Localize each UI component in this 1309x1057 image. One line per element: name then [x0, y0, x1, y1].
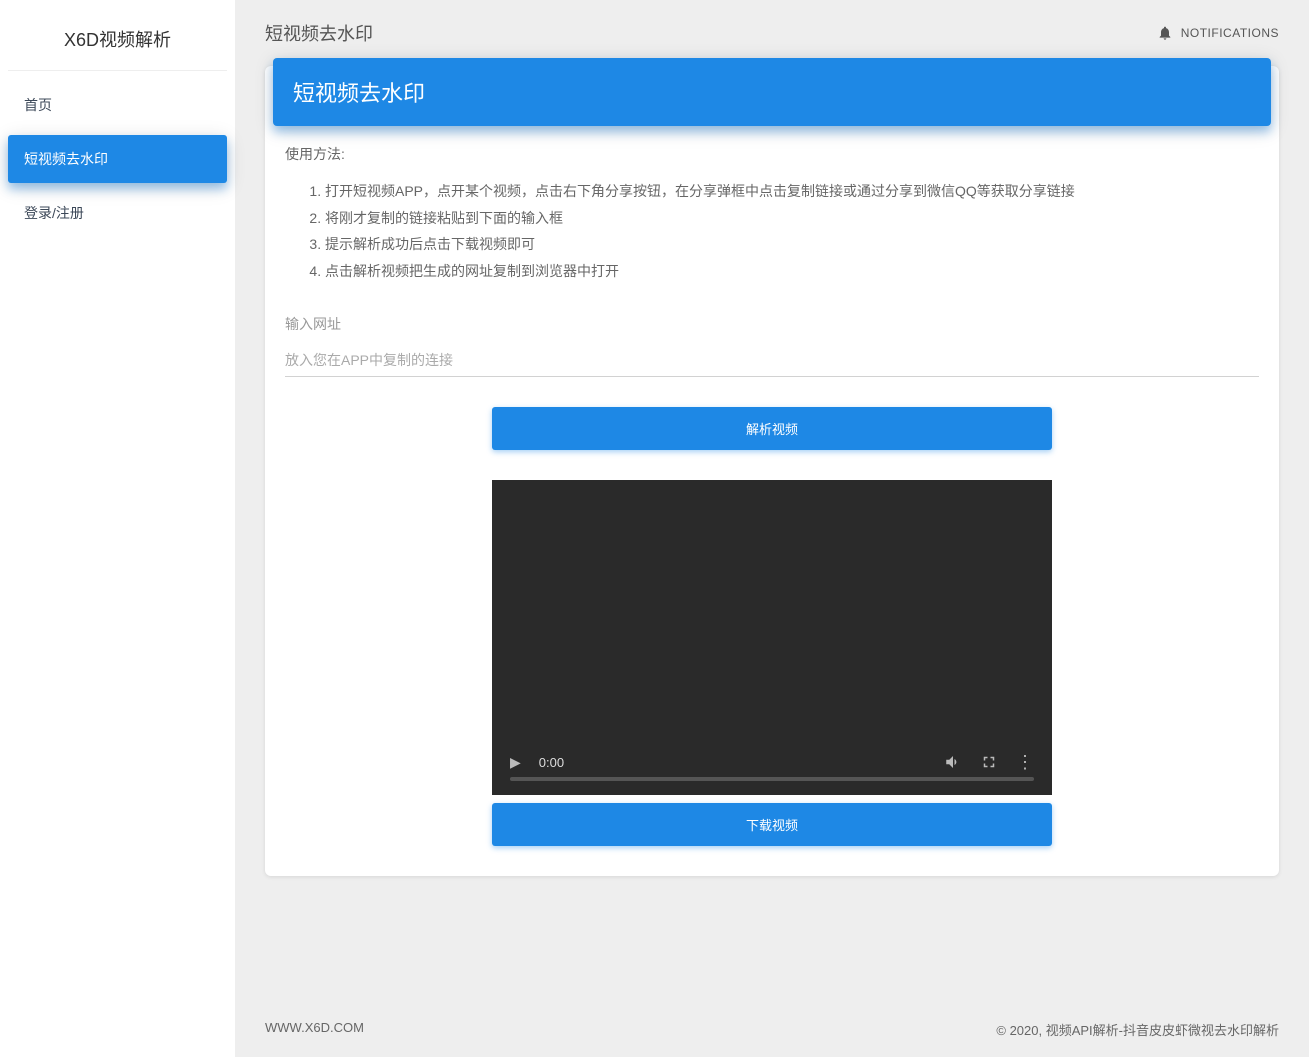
page-title: 短视频去水印	[265, 20, 373, 46]
list-item: 将刚才复制的链接粘贴到下面的输入框	[325, 205, 1259, 232]
list-item: 点击解析视频把生成的网址复制到浏览器中打开	[325, 258, 1259, 285]
content: 短视频去水印 使用方法: 打开短视频APP，点开某个视频，点击右下角分享按钮，在…	[235, 66, 1309, 1002]
sidebar-item-watermark[interactable]: 短视频去水印	[8, 135, 227, 183]
card-header: 短视频去水印	[273, 58, 1271, 126]
video-controls: ▶ 0:00 ⋮	[492, 743, 1052, 777]
play-icon[interactable]: ▶	[510, 754, 521, 771]
notifications-button[interactable]: NOTIFICATIONS	[1157, 25, 1279, 41]
card: 短视频去水印 使用方法: 打开短视频APP，点开某个视频，点击右下角分享按钮，在…	[265, 66, 1279, 876]
list-item: 提示解析成功后点击下载视频即可	[325, 231, 1259, 258]
video-player[interactable]: ▶ 0:00 ⋮	[492, 480, 1052, 795]
list-item: 打开短视频APP，点开某个视频，点击右下角分享按钮，在分享弹框中点击复制链接或通…	[325, 178, 1259, 205]
footer: WWW.X6D.COM © 2020, 视频API解析-抖音皮皮虾微视去水印解析	[235, 1002, 1309, 1057]
brand-title: X6D视频解析	[8, 8, 227, 71]
footer-copyright: © 2020, 视频API解析-抖音皮皮虾微视去水印解析	[996, 1020, 1279, 1039]
sidebar-item-home[interactable]: 首页	[8, 81, 227, 129]
sidebar: X6D视频解析 首页 短视频去水印 登录/注册	[0, 0, 235, 1057]
bell-icon	[1157, 25, 1173, 41]
fullscreen-icon[interactable]	[980, 753, 998, 771]
usage-label: 使用方法:	[285, 144, 1259, 164]
topbar: 短视频去水印 NOTIFICATIONS	[235, 0, 1309, 66]
input-label: 输入网址	[285, 314, 1259, 334]
main-area: 短视频去水印 NOTIFICATIONS 短视频去水印 使用方法: 打开短视频A…	[235, 0, 1309, 1057]
volume-icon[interactable]	[944, 753, 962, 771]
video-progress[interactable]	[510, 777, 1034, 781]
card-body: 使用方法: 打开短视频APP，点开某个视频，点击右下角分享按钮，在分享弹框中点击…	[265, 134, 1279, 876]
url-input[interactable]	[285, 344, 1259, 377]
download-button[interactable]: 下载视频	[492, 803, 1052, 846]
video-time: 0:00	[539, 755, 564, 770]
sidebar-item-login[interactable]: 登录/注册	[8, 189, 227, 237]
more-icon[interactable]: ⋮	[1016, 753, 1034, 771]
parse-button[interactable]: 解析视频	[492, 407, 1052, 450]
footer-link[interactable]: WWW.X6D.COM	[265, 1020, 364, 1039]
notifications-label: NOTIFICATIONS	[1181, 26, 1279, 40]
usage-steps: 打开短视频APP，点开某个视频，点击右下角分享按钮，在分享弹框中点击复制链接或通…	[285, 178, 1259, 284]
